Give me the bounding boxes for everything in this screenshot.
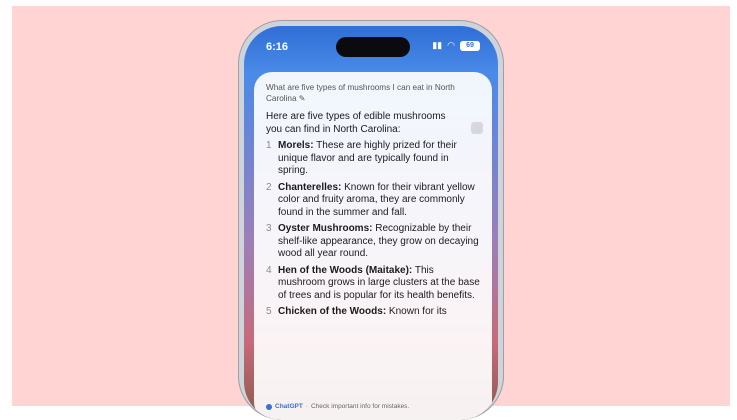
item-text: Known for its: [386, 306, 447, 317]
status-bar: 6:16 ▮▮ ◠ 69: [244, 26, 498, 62]
list-item: 1 Morels: These are highly prized for th…: [266, 140, 480, 178]
list-number: 4: [266, 264, 272, 276]
user-query[interactable]: What are five types of mushrooms I can e…: [266, 82, 480, 104]
phone-frame: 6:16 ▮▮ ◠ 69 What are five types of mush…: [238, 20, 504, 420]
item-title: Morels:: [278, 140, 314, 151]
list-item: 4 Hen of the Woods (Maitake): This mushr…: [266, 265, 480, 303]
list-number: 1: [266, 140, 272, 151]
list-item: 5 Chicken of the Woods: Known for its: [266, 306, 480, 319]
item-title: Chicken of the Woods:: [278, 306, 387, 317]
footer-text: Check important info for mistakes.: [310, 403, 410, 410]
list-number: 3: [266, 223, 272, 234]
item-title: Oyster Mushrooms:: [278, 223, 373, 234]
edit-icon[interactable]: ✎: [299, 94, 306, 103]
mushroom-list: 1 Morels: These are highly prized for th…: [266, 140, 480, 319]
signal-icon: ▮▮: [432, 40, 443, 50]
footer-disclaimer: ChatGPT · Check important info for mista…: [266, 403, 409, 410]
list-number: 5: [266, 306, 272, 317]
list-item: 2 Chanterelles: Known for their vibrant …: [266, 182, 480, 220]
dynamic-island: [336, 37, 410, 57]
battery-icon: 69: [460, 40, 480, 51]
item-title: Chanterelles:: [278, 181, 342, 193]
wifi-icon: ◠: [447, 40, 455, 50]
list-number: 2: [266, 181, 272, 193]
status-icons: ▮▮ ◠ 69: [432, 40, 480, 51]
phone-screen: 6:16 ▮▮ ◠ 69 What are five types of mush…: [244, 26, 498, 420]
chatgpt-logo-icon: [266, 403, 272, 410]
item-title: Hen of the Woods (Maitake):: [278, 264, 413, 276]
copy-icon[interactable]: [471, 122, 483, 134]
status-time: 6:16: [266, 41, 289, 53]
footer-brand: ChatGPT: [275, 403, 303, 410]
footer-separator: ·: [305, 403, 308, 410]
answer-intro: Here are five types of edible mushrooms …: [266, 111, 446, 135]
list-item: 3 Oyster Mushrooms: Recognizable by thei…: [266, 223, 480, 261]
chatgpt-response-card: What are five types of mushrooms I can e…: [254, 72, 492, 420]
